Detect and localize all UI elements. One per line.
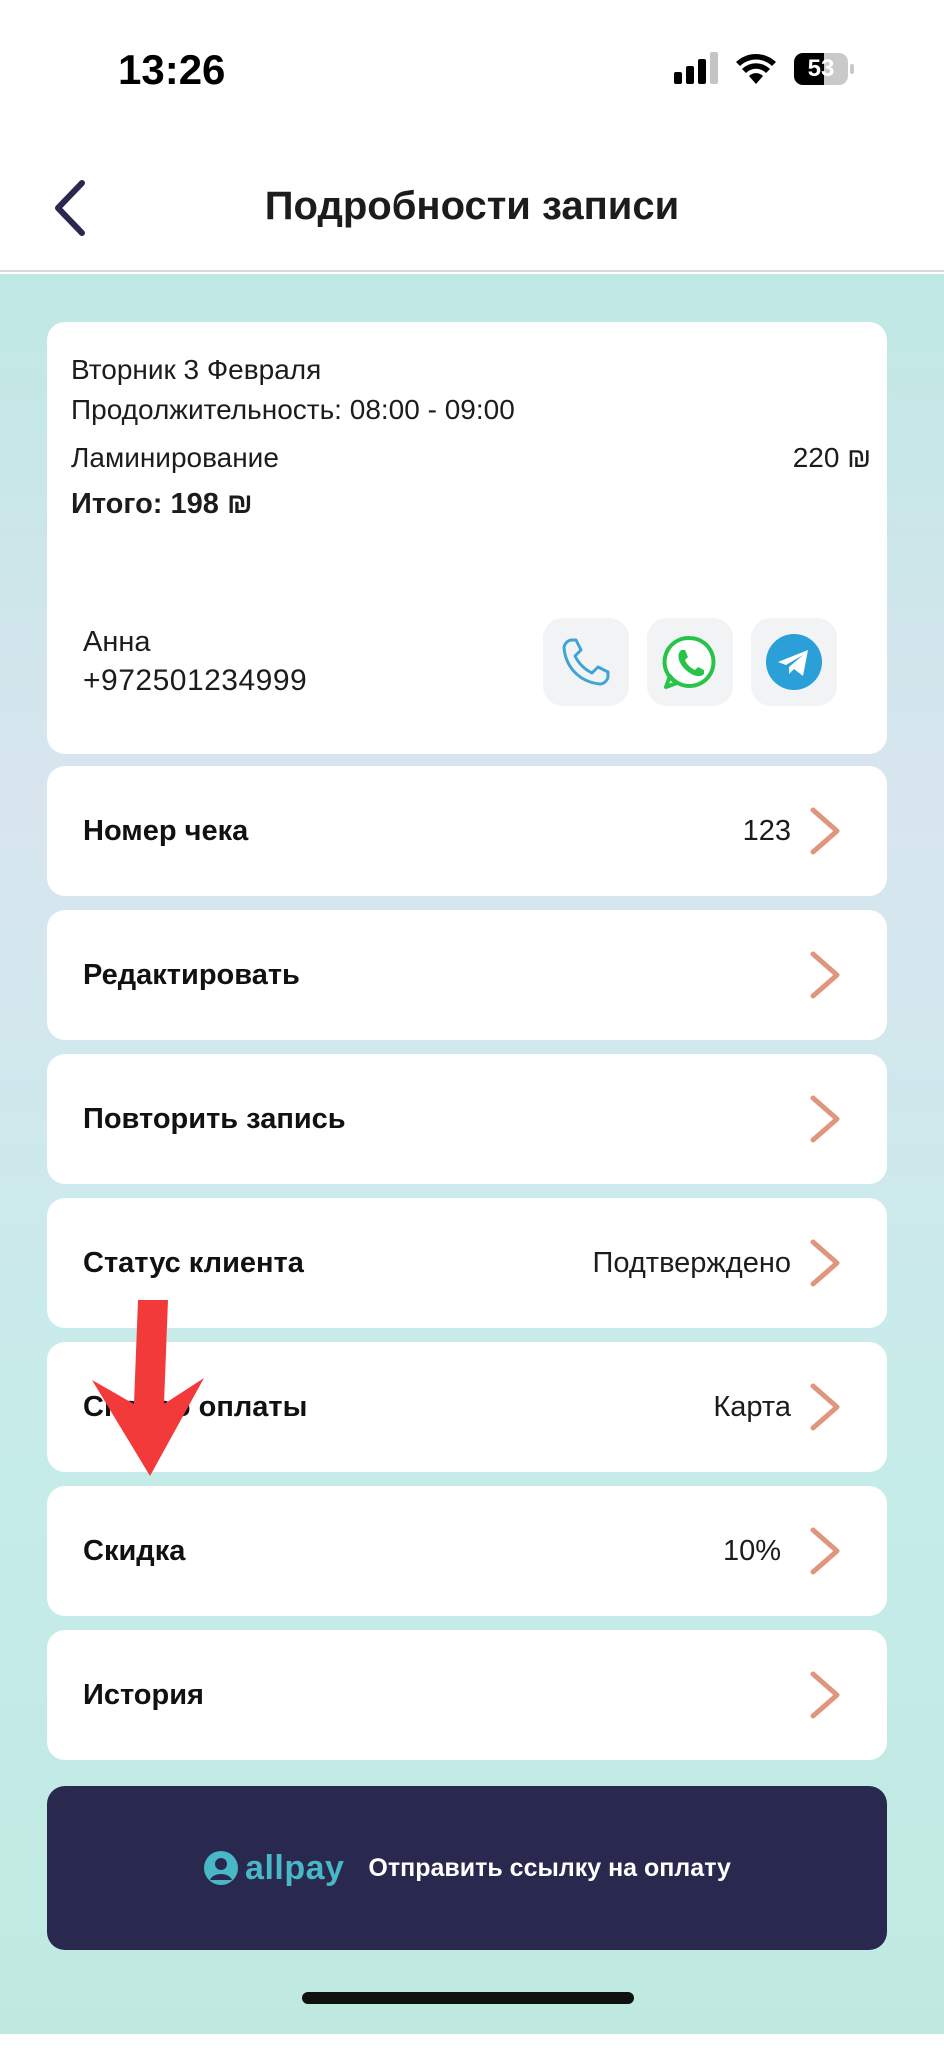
call-button[interactable] [543, 618, 629, 706]
row-history[interactable]: История [47, 1630, 887, 1760]
phone-icon [562, 638, 610, 686]
row-label: История [83, 1678, 204, 1711]
whatsapp-button[interactable] [647, 618, 733, 706]
whatsapp-icon [662, 635, 716, 689]
status-time: 13:26 [118, 46, 226, 93]
appointment-date: Вторник 3 Февраля [71, 354, 322, 385]
allpay-logo: allpay [203, 1849, 344, 1888]
send-payment-link-label: Отправить ссылку на оплату [368, 1853, 731, 1882]
row-label: Скидка [83, 1534, 186, 1567]
service-name: Ламинирование [71, 442, 279, 473]
chevron-right-icon [810, 951, 840, 999]
service-price: 220 ₪ [792, 442, 871, 473]
row-edit[interactable]: Редактировать [47, 910, 887, 1040]
row-value: Подтверждено [592, 1246, 791, 1279]
nav-bar: Подробности записи [0, 140, 944, 272]
chevron-right-icon [810, 1527, 840, 1575]
row-value: 123 [742, 814, 791, 847]
row-discount[interactable]: Скидка 10% [47, 1486, 887, 1616]
status-icons: 53 [674, 50, 854, 90]
status-bar: 13:26 53 [0, 0, 944, 140]
row-value: Карта [713, 1390, 791, 1423]
client-name: Анна [83, 626, 151, 658]
row-label: Повторить запись [83, 1102, 346, 1135]
row-receipt-number[interactable]: Номер чека 123 [47, 766, 887, 896]
chevron-right-icon [810, 807, 840, 855]
chevron-right-icon [810, 1671, 840, 1719]
chevron-right-icon [810, 1383, 840, 1431]
annotation-arrow-icon [92, 1300, 204, 1476]
battery-level: 53 [807, 55, 835, 82]
total-amount: Итого: 198 ₪ [71, 488, 253, 520]
allpay-icon [204, 1851, 239, 1885]
row-label: Номер чека [83, 814, 249, 847]
row-repeat-appointment[interactable]: Повторить запись [47, 1054, 887, 1184]
client-phone: +972501234999 [83, 664, 308, 697]
send-payment-link-button[interactable]: allpay Отправить ссылку на оплату [47, 1786, 887, 1950]
content-area: Вторник 3 Февраля Продолжительность: 08:… [0, 274, 944, 2034]
appointment-info-card: Вторник 3 Февраля Продолжительность: 08:… [47, 322, 887, 754]
row-label: Редактировать [83, 958, 300, 991]
chevron-right-icon [810, 1239, 840, 1287]
allpay-brand: allpay [245, 1848, 345, 1887]
chevron-right-icon [810, 1095, 840, 1143]
telegram-button[interactable] [751, 618, 837, 706]
row-value: 10% [722, 1534, 781, 1567]
home-indicator [302, 1992, 634, 2004]
appointment-duration: Продолжительность: 08:00 - 09:00 [71, 394, 515, 425]
telegram-icon [766, 634, 822, 690]
page-title: Подробности записи [264, 184, 680, 228]
signal-icon [674, 52, 718, 84]
wifi-icon [736, 54, 776, 84]
